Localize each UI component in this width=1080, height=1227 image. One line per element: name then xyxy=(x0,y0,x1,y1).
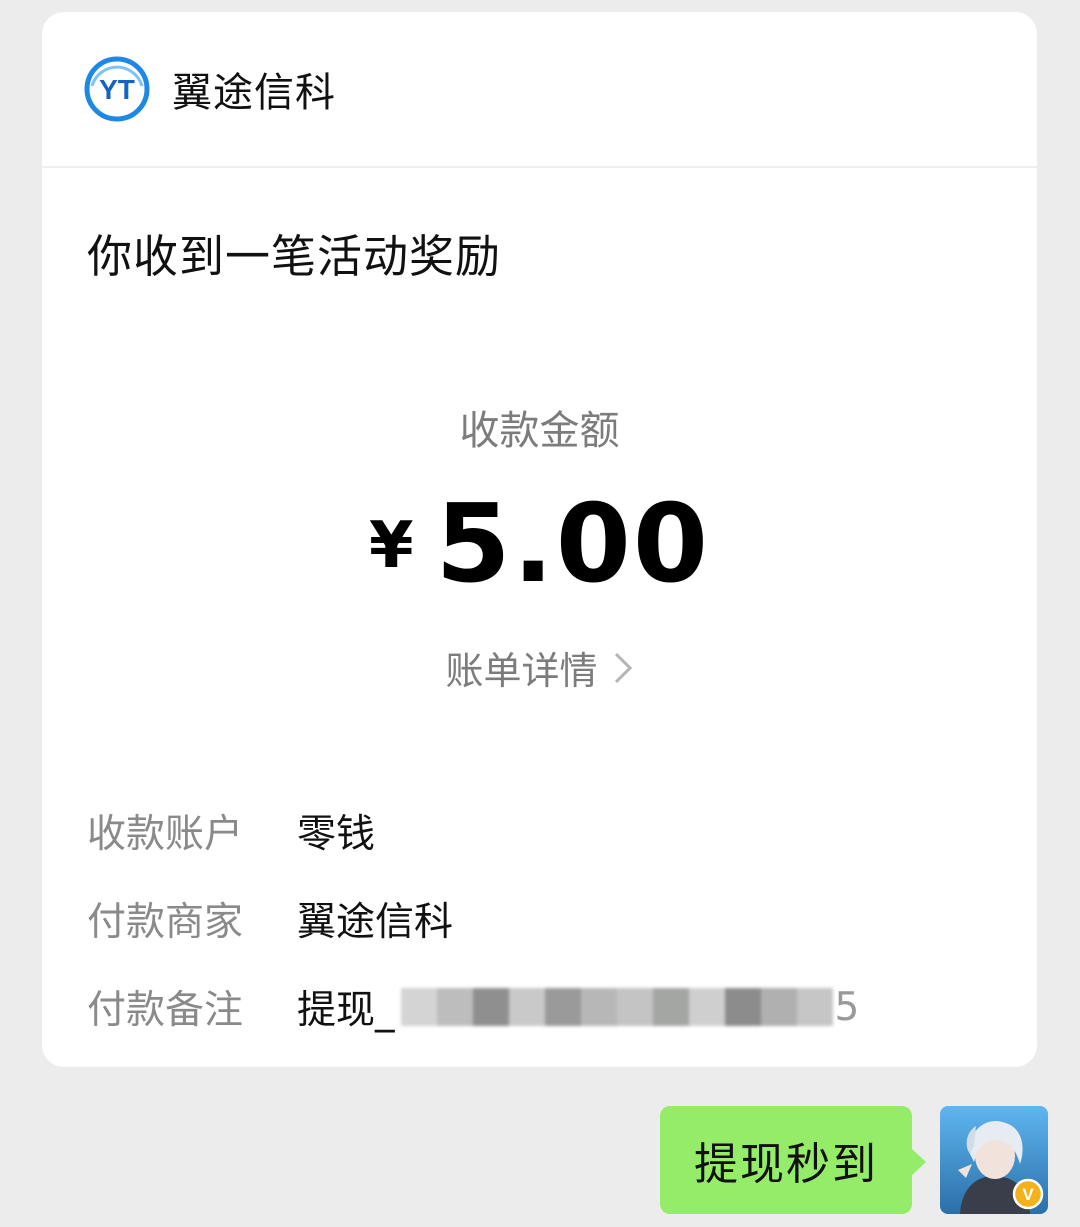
amount-display: ¥ 5.00 xyxy=(42,482,1037,607)
card-header: YT 翼途信科 xyxy=(42,12,1037,168)
info-label: 付款商家 xyxy=(87,900,244,945)
info-value-remark: 提现_ 5 xyxy=(297,979,859,1035)
merchant-logo-icon: YT xyxy=(84,56,150,122)
avatar[interactable]: V xyxy=(940,1106,1048,1214)
verified-badge-icon: V xyxy=(1012,1178,1044,1210)
chat-message-text: 提现秒到 xyxy=(694,1139,878,1190)
amount-label: 收款金额 xyxy=(459,408,620,454)
merchant-name: 翼途信科 xyxy=(172,70,336,116)
notice-title: 你收到一笔活动奖励 xyxy=(87,230,502,283)
payment-notification-card[interactable]: YT 翼途信科 你收到一笔活动奖励 收款金额 ¥ 5.00 账单详情 收款账户 … xyxy=(42,12,1037,1067)
payment-info-list: 收款账户 零钱 付款商家 翼途信科 付款备注 提现_ 5 xyxy=(87,787,997,1051)
info-row-remark: 付款备注 提现_ 5 xyxy=(87,963,997,1051)
info-value: 翼途信科 xyxy=(297,900,454,945)
amount-value: 5.00 xyxy=(435,482,710,607)
info-label: 收款账户 xyxy=(87,812,244,857)
bill-details-link[interactable]: 账单详情 xyxy=(42,640,1037,695)
bill-details-label: 账单详情 xyxy=(445,649,598,693)
redacted-mosaic xyxy=(400,988,833,1026)
chevron-right-icon xyxy=(614,652,632,683)
svg-text:V: V xyxy=(1022,1185,1034,1204)
svg-text:YT: YT xyxy=(99,74,135,105)
chat-message-bubble[interactable]: 提现秒到 xyxy=(660,1106,926,1214)
remark-tail: 5 xyxy=(834,984,860,1030)
info-row-account: 收款账户 零钱 xyxy=(87,787,997,875)
info-value: 零钱 xyxy=(297,812,376,857)
remark-text: 提现_ xyxy=(297,988,395,1033)
info-label: 付款备注 xyxy=(87,988,244,1033)
info-row-merchant: 付款商家 翼途信科 xyxy=(87,875,997,963)
currency-symbol: ¥ xyxy=(369,509,414,583)
